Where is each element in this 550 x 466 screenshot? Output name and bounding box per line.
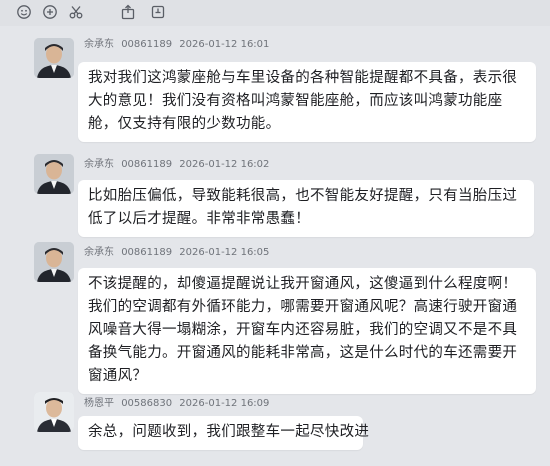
message-text-line: 余总，问题收到，我们跟整车一起尽快改进 <box>88 424 370 440</box>
message-text-line: 比如胎压偏低，导致能耗很高，也不智能友好提醒，只有当胎压过 <box>88 188 518 204</box>
message-time: 2026-01-12 16:09 <box>179 398 270 409</box>
message-text-line: 风噪音大得一塌糊涂，开窗车内还容易脏，我们的空调又不是不具 <box>88 322 518 338</box>
message-text-line: 低了以后才提醒。非常非常愚蠢！ <box>88 211 310 227</box>
sender-id: 00861189 <box>121 247 173 258</box>
message-feed: 余承东 00861189 2026-01-12 16:01 我对我们这鸿蒙座舱与… <box>0 26 550 466</box>
sender-name: 余承东 <box>84 39 114 50</box>
message-bubble[interactable]: 比如胎压偏低，导致能耗很高，也不智能友好提醒，只有当胎压过 低了以后才提醒。非常… <box>78 180 534 237</box>
message-bubble[interactable]: 不该提醒的，却傻逼提醒说让我开窗通风，这傻逼到什么程度啊！ 我们的空调都有外循环… <box>78 268 536 394</box>
message-text-line: 窗通风？ <box>88 368 148 384</box>
zoom-icon[interactable] <box>42 4 58 20</box>
message-bubble[interactable]: 我对我们这鸿蒙座舱与车里设备的各种智能提醒都不具备，表示很 大的意见！我们没有资… <box>78 62 536 142</box>
share-icon[interactable] <box>120 4 136 20</box>
message-text-line: 舱，仅支持有限的少数功能。 <box>88 116 281 132</box>
message-text-line: 我们的空调都有外循环能力，哪需要开窗通风呢？高速行驶开窗通 <box>88 299 518 315</box>
sender-name: 余承东 <box>84 247 114 258</box>
sender-name: 余承东 <box>84 159 114 170</box>
scissors-icon[interactable] <box>68 4 84 20</box>
sender-id: 00586830 <box>121 398 173 409</box>
message-text-line: 我对我们这鸿蒙座舱与车里设备的各种智能提醒都不具备，表示很 <box>88 70 518 86</box>
message-meta: 余承东 00861189 2026-01-12 16:05 <box>84 243 273 258</box>
avatar[interactable] <box>34 242 74 282</box>
message-time: 2026-01-12 16:05 <box>179 247 270 258</box>
chat-toolbar <box>0 0 550 26</box>
message-text-line: 备换气能力。开窗通风的能耗非常高，这是什么时代的车还需要开 <box>88 345 518 361</box>
avatar[interactable] <box>34 154 74 194</box>
message-bubble[interactable]: 余总，问题收到，我们跟整车一起尽快改进 <box>78 416 370 450</box>
message-time: 2026-01-12 16:02 <box>179 159 270 170</box>
avatar[interactable] <box>34 38 74 78</box>
sender-name: 杨恩平 <box>84 398 114 409</box>
message-meta: 杨恩平 00586830 2026-01-12 16:09 <box>84 394 273 409</box>
history-icon[interactable] <box>150 4 166 20</box>
message-text-line: 大的意见！我们没有资格叫鸿蒙智能座舱，而应该叫鸿蒙功能座 <box>88 93 503 109</box>
message-time: 2026-01-12 16:01 <box>179 39 270 50</box>
message-meta: 余承东 00861189 2026-01-12 16:02 <box>84 155 273 170</box>
avatar[interactable] <box>34 392 74 432</box>
emoji-icon[interactable] <box>16 4 32 20</box>
sender-id: 00861189 <box>121 159 173 170</box>
message-meta: 余承东 00861189 2026-01-12 16:01 <box>84 35 273 50</box>
message-text-line: 不该提醒的，却傻逼提醒说让我开窗通风，这傻逼到什么程度啊！ <box>88 276 518 292</box>
sender-id: 00861189 <box>121 39 173 50</box>
